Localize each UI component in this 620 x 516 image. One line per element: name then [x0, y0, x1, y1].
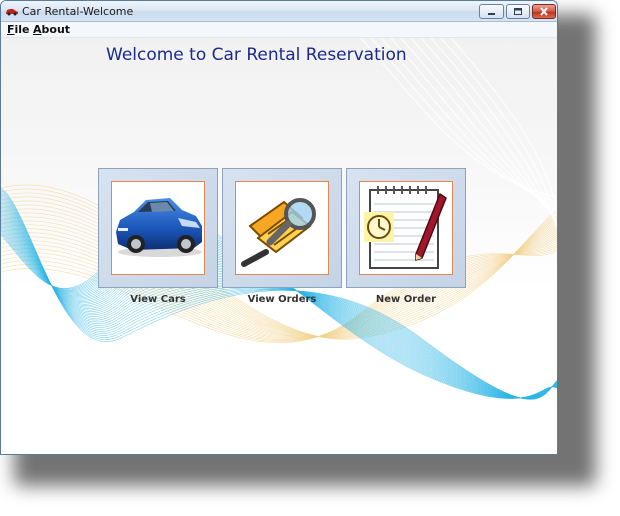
app-window: Car Rental-Welcome File About Welcome to… [0, 0, 558, 455]
car-icon [116, 198, 202, 257]
minimize-button[interactable] [479, 4, 504, 19]
new-order-label[interactable]: New Order [346, 294, 466, 305]
maximize-button[interactable] [506, 4, 530, 19]
new-order-icon-frame [359, 181, 453, 275]
window-title: Car Rental-Welcome [22, 5, 134, 18]
title-bar[interactable]: Car Rental-Welcome [1, 1, 557, 22]
view-orders-button[interactable] [222, 168, 342, 288]
menu-file-label-rest: ile [14, 23, 30, 36]
notepad-clock-pen-icon [364, 186, 447, 269]
view-cars-label[interactable]: View Cars [98, 294, 218, 305]
close-icon [540, 7, 548, 16]
car-app-icon [6, 9, 18, 16]
page-title: Welcome to Car Rental Reservation [106, 45, 407, 65]
view-cars-button[interactable] [98, 168, 218, 288]
menu-file[interactable]: File [7, 23, 30, 36]
maximize-icon [514, 8, 522, 15]
menu-file-mnemonic: F [7, 23, 15, 36]
close-button[interactable] [532, 4, 556, 19]
document-magnifier-icon [241, 198, 316, 267]
welcome-panel: Welcome to Car Rental Reservation View C… [1, 38, 557, 454]
view-cars-icon-frame [111, 181, 205, 275]
minimize-icon [488, 13, 495, 15]
view-orders-icon-frame [235, 181, 329, 275]
menu-about-mnemonic: A [33, 23, 42, 36]
menu-about[interactable]: About [33, 23, 70, 36]
menu-about-label-rest: bout [41, 23, 71, 36]
view-orders-label[interactable]: View Orders [222, 294, 342, 305]
new-order-button[interactable] [346, 168, 466, 288]
menu-bar: File About [1, 22, 557, 38]
